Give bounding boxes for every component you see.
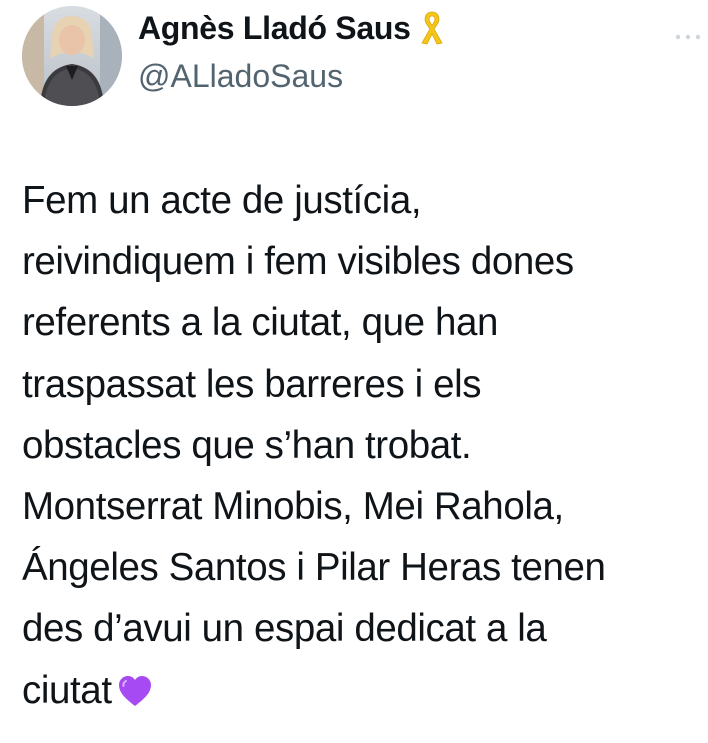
- yellow-ribbon-icon: [419, 10, 445, 46]
- purple-heart-icon: [116, 666, 154, 706]
- avatar[interactable]: [22, 6, 122, 106]
- author-handle[interactable]: @ALladoSaus: [138, 58, 343, 95]
- tweet-body: Fem un acte de justícia, reivindiquem i …: [22, 179, 606, 712]
- avatar-photo-icon: [22, 6, 122, 106]
- more-options-icon[interactable]: [674, 30, 702, 42]
- tweet-text: Fem un acte de justícia, reivindiquem i …: [22, 170, 706, 721]
- author-display-name[interactable]: Agnès Lladó Saus: [138, 10, 411, 47]
- tweet-header: Agnès Lladó Saus @ALladoSaus: [22, 6, 702, 106]
- tweet: Agnès Lladó Saus @ALladoSaus Fem un acte…: [0, 0, 708, 743]
- author-name-row[interactable]: Agnès Lladó Saus: [138, 8, 445, 48]
